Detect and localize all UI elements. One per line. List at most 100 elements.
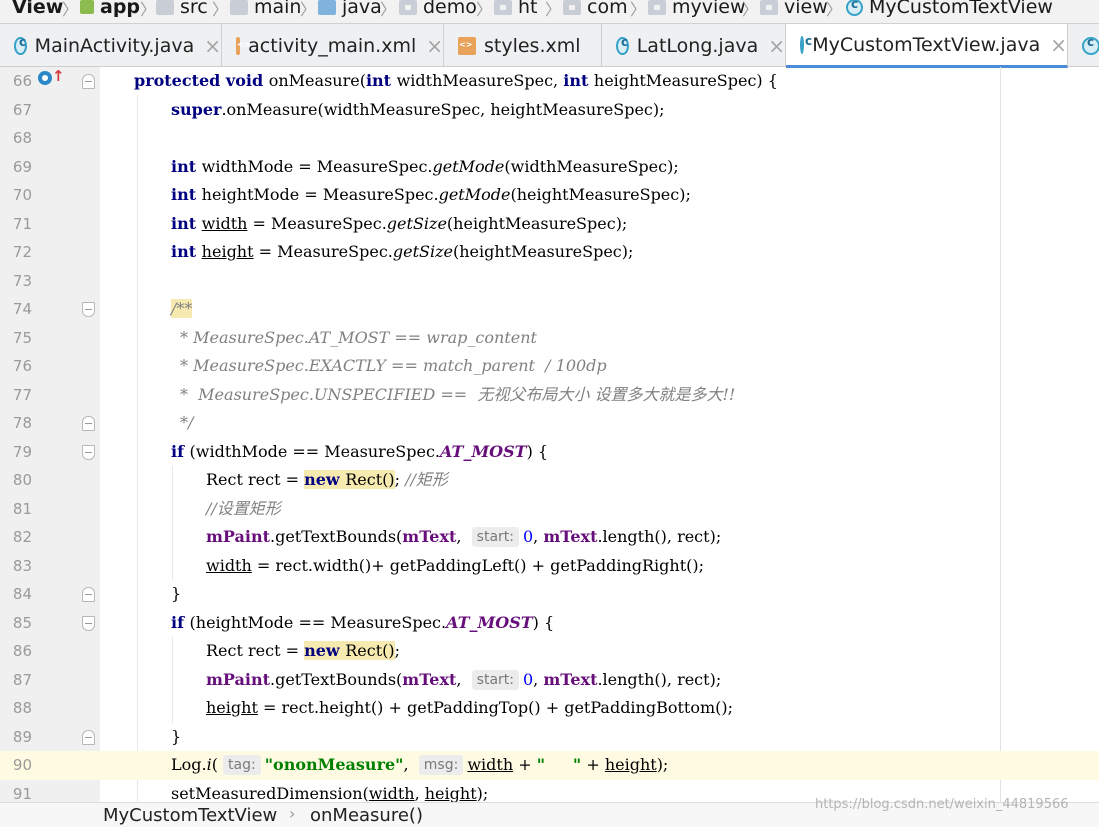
fold-icon[interactable] bbox=[82, 587, 95, 602]
line-number: 83 bbox=[12, 556, 32, 575]
footer-method-crumb[interactable]: onMeasure() bbox=[310, 805, 423, 826]
breadcrumb-item-demo[interactable]: demo bbox=[399, 0, 477, 21]
breadcrumb-item-view-pkg[interactable]: view bbox=[760, 0, 828, 21]
breadcrumb-item-com[interactable]: com bbox=[563, 0, 628, 21]
breadcrumb-label: ht bbox=[518, 0, 538, 18]
code-line: 87 mPaint.getTextBounds(mText, start: 0, … bbox=[0, 666, 1099, 695]
tab-overflow[interactable] bbox=[1068, 24, 1099, 67]
fold-icon[interactable] bbox=[82, 444, 95, 460]
breadcrumb-label: main bbox=[254, 0, 302, 18]
override-marker-icon[interactable] bbox=[38, 71, 52, 85]
breadcrumb-item-main[interactable]: main bbox=[230, 0, 301, 21]
code-line: 76 * MeasureSpec.EXACTLY == match_parent… bbox=[0, 352, 1099, 381]
breadcrumb-label: myview bbox=[672, 0, 746, 18]
java-class-icon bbox=[1082, 35, 1099, 55]
code-text: */ bbox=[180, 413, 194, 432]
tab-mainactivity-java[interactable]: MainActivity.java × bbox=[0, 24, 222, 67]
fold-icon[interactable] bbox=[82, 615, 95, 631]
breadcrumb-label: src bbox=[180, 0, 208, 18]
package-icon bbox=[760, 0, 778, 15]
breadcrumb-separator: 〉 bbox=[380, 0, 397, 19]
breadcrumb-label: com bbox=[587, 0, 628, 18]
code-line: 88 height = rect.height() + getPaddingTo… bbox=[0, 694, 1099, 723]
code-text: mPaint.getTextBounds(mText, start: 0, mTe… bbox=[206, 527, 722, 547]
code-text: Rect rect = new Rect(); //矩形 bbox=[206, 470, 448, 489]
close-tab-icon[interactable]: × bbox=[426, 34, 443, 58]
tab-label: styles.xml bbox=[484, 34, 581, 57]
line-number: 80 bbox=[12, 471, 32, 489]
code-text: int widthMode = MeasureSpec.getMode(widt… bbox=[171, 156, 679, 176]
tab-mycustomtextview-java[interactable]: MyCustomTextView.java × bbox=[786, 24, 1068, 68]
breadcrumb-item-app[interactable]: app bbox=[80, 0, 140, 21]
watermark-text: https://blog.csdn.net/weixin_44819566 bbox=[815, 797, 1069, 812]
current-code-line: 90 Log.i( tag: "ononMeasure", msg: width +… bbox=[0, 751, 1099, 780]
breadcrumb-item-src[interactable]: src bbox=[156, 0, 208, 21]
line-number: 66 bbox=[12, 72, 32, 90]
breadcrumb-separator: 〉 bbox=[742, 0, 759, 19]
line-number: 88 bbox=[12, 699, 32, 717]
code-line: 83 width = rect.width()+ getPaddingLeft(… bbox=[0, 552, 1099, 581]
parameter-hint: msg: bbox=[418, 755, 464, 775]
code-line: 86 Rect rect = new Rect(); bbox=[0, 637, 1099, 666]
breadcrumb-separator: 〉 bbox=[545, 0, 562, 19]
breadcrumb-label: MyCustomTextView bbox=[869, 0, 1053, 18]
code-text: setMeasuredDimension(width, height); bbox=[171, 783, 489, 803]
code-text: width = rect.width()+ getPaddingLeft() +… bbox=[206, 555, 705, 575]
code-line: 67 super.onMeasure(widthMeasureSpec, hei… bbox=[0, 96, 1099, 125]
xml-file-icon bbox=[236, 36, 251, 55]
code-text: if (heightMode == MeasureSpec.AT_MOST) { bbox=[171, 612, 555, 632]
breadcrumb-item-class[interactable]: MyCustomTextView bbox=[846, 0, 1053, 21]
close-tab-icon[interactable]: × bbox=[768, 34, 785, 58]
tab-latlong-java[interactable]: LatLong.java × bbox=[602, 24, 786, 67]
tab-label: MainActivity.java bbox=[34, 34, 195, 57]
line-number: 72 bbox=[12, 243, 32, 261]
tab-label: MyCustomTextView.java bbox=[812, 33, 1041, 56]
tab-label: activity_main.xml bbox=[248, 34, 417, 57]
code-line: 66 ↑ protected void onMeasure(int widthM… bbox=[0, 67, 1099, 96]
code-text: height = rect.height() + getPaddingTop()… bbox=[206, 698, 734, 717]
line-number: 84 bbox=[12, 585, 32, 603]
code-text: /** bbox=[171, 299, 193, 318]
folder-icon bbox=[230, 0, 248, 15]
breadcrumb-separator: 〉 bbox=[140, 0, 157, 19]
code-text: * MeasureSpec.UNSPECIFIED == 无视父布局大小 设置多… bbox=[180, 384, 736, 404]
code-text: mPaint.getTextBounds(mText, start: 0, mTe… bbox=[206, 669, 722, 690]
line-number: 75 bbox=[12, 328, 32, 347]
breadcrumb-item-myview[interactable]: myview bbox=[648, 0, 746, 21]
fold-icon[interactable] bbox=[82, 416, 95, 431]
code-line: 71 int width = MeasureSpec.getSize(heigh… bbox=[0, 210, 1099, 239]
line-number: 78 bbox=[12, 414, 32, 432]
breadcrumb-separator: 〉 bbox=[300, 0, 317, 19]
code-line: 74 /** bbox=[0, 295, 1099, 324]
close-tab-icon[interactable]: × bbox=[204, 34, 221, 58]
breadcrumb-item-java[interactable]: java bbox=[318, 0, 382, 21]
line-number: 71 bbox=[12, 214, 32, 233]
tab-activity-main-xml[interactable]: activity_main.xml × bbox=[222, 24, 444, 67]
fold-icon[interactable] bbox=[82, 74, 95, 89]
breadcrumb-item-view[interactable]: View bbox=[12, 0, 63, 21]
footer-class-crumb[interactable]: MyCustomTextView bbox=[103, 805, 277, 826]
code-line: 69 int widthMode = MeasureSpec.getMode(w… bbox=[0, 153, 1099, 182]
code-text: int height = MeasureSpec.getSize(heightM… bbox=[171, 242, 634, 261]
package-icon bbox=[399, 0, 417, 15]
breadcrumb-item-ht[interactable]: ht bbox=[494, 0, 538, 21]
code-editor[interactable]: 66 ↑ protected void onMeasure(int widthM… bbox=[0, 67, 1099, 802]
code-text: int heightMode = MeasureSpec.getMode(hei… bbox=[171, 185, 691, 204]
code-text: super.onMeasure(widthMeasureSpec, height… bbox=[171, 99, 665, 119]
line-number: 68 bbox=[12, 129, 32, 147]
java-class-icon bbox=[800, 34, 813, 54]
code-line: 68 bbox=[0, 124, 1099, 153]
code-text: * MeasureSpec.AT_MOST == wrap_content bbox=[180, 327, 537, 347]
fold-icon[interactable] bbox=[82, 302, 95, 317]
package-icon bbox=[648, 0, 666, 15]
line-number: 85 bbox=[12, 613, 32, 632]
breadcrumb-separator: 〉 bbox=[630, 0, 647, 19]
code-line: 77 * MeasureSpec.UNSPECIFIED == 无视父布局大小 … bbox=[0, 381, 1099, 410]
tab-styles-xml[interactable]: styles.xml bbox=[444, 24, 602, 67]
fold-icon[interactable] bbox=[82, 729, 95, 745]
line-number: 81 bbox=[12, 499, 32, 518]
line-number: 89 bbox=[12, 727, 32, 746]
code-line: 70 int heightMode = MeasureSpec.getMode(… bbox=[0, 181, 1099, 210]
line-number: 86 bbox=[12, 642, 32, 660]
close-tab-icon[interactable]: × bbox=[1050, 33, 1067, 57]
